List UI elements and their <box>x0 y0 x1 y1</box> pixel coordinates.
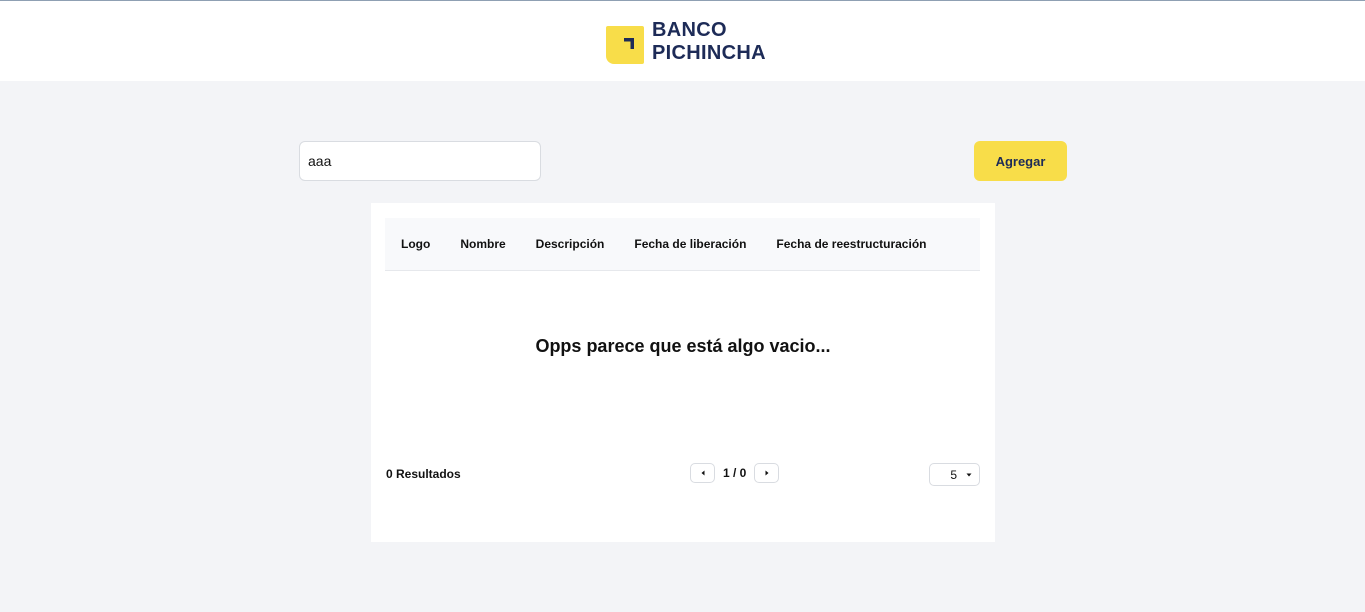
column-header-logo[interactable]: Logo <box>385 237 445 251</box>
caret-right-icon <box>765 470 769 476</box>
products-card: Logo Nombre Descripción Fecha de liberac… <box>371 203 995 542</box>
brand-line-2: PICHINCHA <box>652 42 766 64</box>
column-header-nombre[interactable]: Nombre <box>445 237 520 251</box>
page-indicator: 1 / 0 <box>723 466 747 480</box>
column-header-descripcion[interactable]: Descripción <box>521 237 620 251</box>
chevron-down-icon <box>966 473 972 476</box>
next-page-button[interactable] <box>754 463 780 483</box>
table-header: Logo Nombre Descripción Fecha de liberac… <box>385 218 980 271</box>
page-size-value: 5 <box>950 467 957 482</box>
app-header: BANCO PICHINCHA <box>0 1 1365 81</box>
brand[interactable]: BANCO PICHINCHA <box>606 19 766 65</box>
page-size-select[interactable]: 5 <box>929 463 980 486</box>
brand-name: BANCO PICHINCHA <box>652 19 766 65</box>
prev-page-button[interactable] <box>690 463 715 483</box>
results-count: 0 Resultados <box>386 467 461 481</box>
add-button[interactable]: Agregar <box>974 141 1067 181</box>
brand-line-1: BANCO <box>652 19 727 41</box>
search-input[interactable] <box>300 142 534 180</box>
column-header-fecha-liberacion[interactable]: Fecha de liberación <box>619 237 761 251</box>
empty-state-message: Opps parece que está algo vacio... <box>535 336 831 356</box>
search-box[interactable] <box>299 141 541 181</box>
banco-pichincha-logo-icon <box>606 26 644 64</box>
caret-left-icon <box>701 470 704 476</box>
column-header-fecha-reestructuracion[interactable]: Fecha de reestructuración <box>761 237 941 251</box>
pagination: 1 / 0 <box>690 463 780 483</box>
